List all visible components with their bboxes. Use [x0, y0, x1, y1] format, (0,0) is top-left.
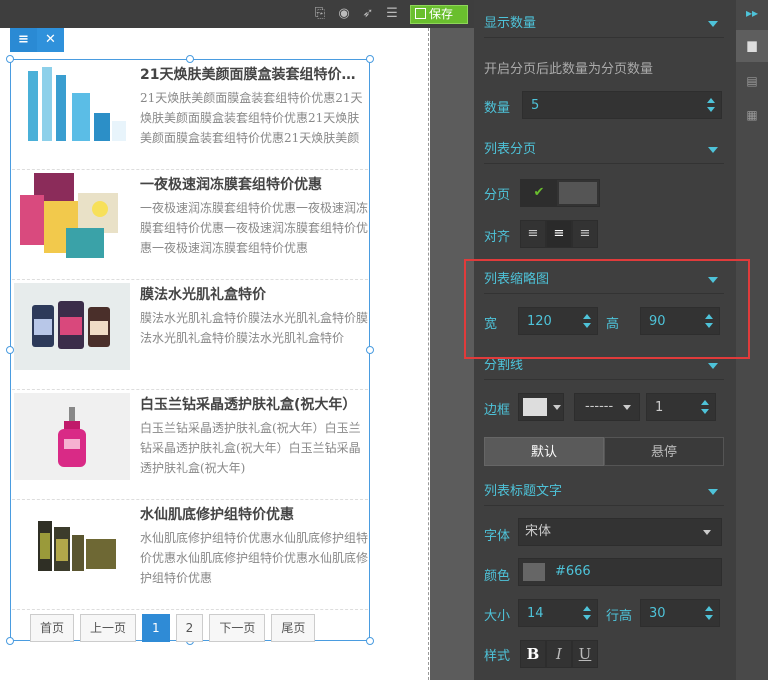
paging-label: 分页: [484, 188, 511, 203]
hint-text: 开启分页后此数量为分页数量: [484, 62, 654, 77]
list-item[interactable]: 白玉兰钻采晶透护肤礼盒(祝大年） 白玉兰钻采晶透护肤礼盒(祝大年）白玉兰钻采晶透…: [12, 390, 368, 500]
chevron-down-icon: [703, 530, 711, 535]
save-button[interactable]: 保存: [410, 5, 468, 24]
size-label: 大小: [484, 609, 511, 624]
section-list-paging[interactable]: 列表分页: [484, 136, 724, 164]
item-desc: 膜法水光肌礼盒特价膜法水光肌礼盒特价膜法水光肌礼盒特价膜法水光肌礼盒特价: [140, 311, 368, 345]
line-height-input[interactable]: 30: [640, 599, 720, 627]
page-1[interactable]: 1: [142, 614, 170, 642]
italic-button[interactable]: I: [546, 640, 572, 668]
module-tools: ≡ ✕: [10, 28, 64, 52]
rocket-icon[interactable]: ➶: [360, 6, 376, 22]
color-label: 颜色: [484, 569, 511, 584]
stepper-up-icon[interactable]: [701, 400, 709, 405]
product-thumbnail: [14, 283, 130, 370]
item-desc: 一夜极速润冻膜套组特价优惠一夜极速润冻膜套组特价优惠一夜极速润冻膜套组特价优惠一…: [140, 201, 368, 255]
page-last[interactable]: 尾页: [271, 614, 316, 642]
item-title[interactable]: 一夜极速润冻膜套组特价优惠: [140, 174, 368, 194]
item-title[interactable]: 膜法水光肌礼盒特价: [140, 284, 368, 304]
pagination: 首页 上一页 1 2 下一页 尾页: [30, 614, 316, 642]
count-label: 数量: [484, 101, 511, 116]
resize-handle[interactable]: [366, 637, 374, 645]
list-item[interactable]: 水仙肌底修护组特价优惠 水仙肌底修护组特价优惠水仙肌底修护组特价优惠水仙肌底修护…: [12, 500, 368, 610]
page-boundary: [428, 28, 429, 680]
module-settings-icon[interactable]: ≡: [10, 28, 37, 52]
border-color-picker[interactable]: [518, 393, 564, 421]
list-item[interactable]: 一夜极速润冻膜套组特价优惠 一夜极速润冻膜套组特价优惠一夜极速润冻膜套组特价优惠…: [12, 170, 368, 280]
product-thumbnail: [14, 503, 130, 590]
border-style-select[interactable]: ------: [574, 393, 640, 421]
section-display-count[interactable]: 显示数量: [484, 10, 724, 38]
product-thumbnail: [14, 173, 130, 260]
resize-handle[interactable]: [6, 637, 14, 645]
chevron-down-icon: [708, 363, 718, 369]
align-left-icon[interactable]: ≡: [520, 220, 546, 248]
highlight-box: [464, 259, 750, 359]
stepper-up-icon[interactable]: [583, 606, 591, 611]
align-center-icon[interactable]: ≡: [546, 220, 572, 248]
underline-button[interactable]: U: [572, 640, 598, 668]
save-icon: [415, 8, 426, 19]
product-thumbnail: [14, 63, 130, 150]
count-input[interactable]: 5: [522, 91, 722, 119]
list-item[interactable]: 21天焕肤美颜面膜盒装套组特价… 21天焕肤美颜面膜盒装套组特价优惠21天焕肤美…: [12, 60, 368, 170]
product-thumbnail: [14, 393, 130, 480]
check-icon: ✔: [521, 180, 557, 206]
chevron-down-icon: [553, 405, 561, 410]
page-prev[interactable]: 上一页: [80, 614, 137, 642]
align-right-icon[interactable]: ≡: [572, 220, 598, 248]
paging-toggle[interactable]: ✔: [520, 179, 600, 207]
copy-icon[interactable]: ⎘: [312, 6, 328, 22]
item-desc: 白玉兰钻采晶透护肤礼盒(祝大年）白玉兰钻采晶透护肤礼盒(祝大年）白玉兰钻采晶透护…: [140, 421, 361, 475]
item-title[interactable]: 水仙肌底修护组特价优惠: [140, 504, 368, 524]
style-tab[interactable]: ▆: [736, 30, 768, 62]
font-label: 字体: [484, 529, 511, 544]
chevron-down-icon: [708, 21, 718, 27]
font-size-input[interactable]: 14: [518, 599, 598, 627]
stepper-down-icon[interactable]: [583, 615, 591, 620]
page-2[interactable]: 2: [175, 614, 204, 642]
item-desc: 水仙肌底修护组特价优惠水仙肌底修护组特价优惠水仙肌底修护组特价优惠水仙肌底修护组…: [140, 531, 368, 585]
page-first[interactable]: 首页: [30, 614, 75, 642]
toggle-knob: [559, 182, 597, 204]
item-title[interactable]: 21天焕肤美颜面膜盒装套组特价…: [140, 64, 368, 84]
module-close-icon[interactable]: ✕: [37, 28, 64, 52]
stepper-up-icon[interactable]: [707, 98, 715, 103]
eye-icon[interactable]: ◉: [336, 6, 352, 22]
paintbrush-icon: ▆: [747, 38, 757, 52]
bold-button[interactable]: B: [520, 640, 546, 668]
stepper-down-icon[interactable]: [701, 409, 709, 414]
list-item[interactable]: 膜法水光肌礼盒特价 膜法水光肌礼盒特价膜法水光肌礼盒特价膜法水光肌礼盒特价膜法水…: [12, 280, 368, 390]
border-label: 边框: [484, 403, 511, 418]
font-select[interactable]: 宋体: [518, 518, 722, 546]
stepper-up-icon[interactable]: [705, 606, 713, 611]
border-width-input[interactable]: 1: [646, 393, 716, 421]
color-swatch: [523, 398, 547, 416]
data-icon[interactable]: ▦: [744, 108, 760, 124]
item-title[interactable]: 白玉兰钻采晶透护肤礼盒(祝大年）: [140, 394, 368, 414]
chevron-down-icon: [708, 489, 718, 495]
line-height-label: 行高: [606, 609, 633, 624]
page-next[interactable]: 下一页: [209, 614, 266, 642]
item-desc: 21天焕肤美颜面膜盒装套组特价优惠21天焕肤美颜面膜盒装套组特价优惠21天焕肤美…: [140, 91, 363, 145]
collapse-icon[interactable]: ▸▸: [744, 6, 760, 22]
color-swatch: [523, 563, 545, 581]
tab-hover[interactable]: 悬停: [604, 437, 724, 466]
layout-icon[interactable]: ▤: [744, 74, 760, 90]
chevron-down-icon: [623, 405, 631, 410]
color-input[interactable]: #666: [518, 558, 722, 586]
stepper-down-icon[interactable]: [705, 615, 713, 620]
stepper-down-icon[interactable]: [707, 107, 715, 112]
style-label: 样式: [484, 649, 511, 664]
top-toolbar: ⎘ ◉ ➶ ☰ 保存: [0, 0, 474, 28]
tab-default[interactable]: 默认: [484, 437, 604, 466]
settings-icon[interactable]: ☰: [384, 6, 400, 22]
section-title-text[interactable]: 列表标题文字: [484, 478, 724, 506]
align-label: 对齐: [484, 230, 511, 245]
chevron-down-icon: [708, 147, 718, 153]
